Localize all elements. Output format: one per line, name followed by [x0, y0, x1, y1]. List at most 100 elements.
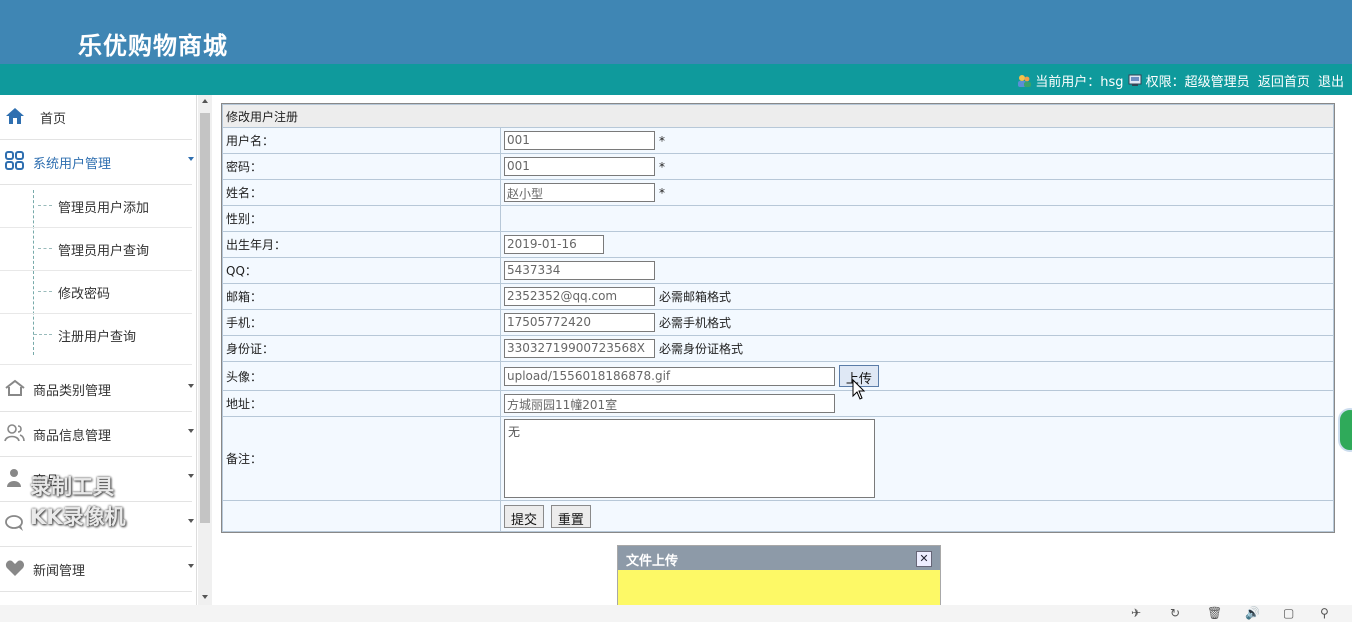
sidebar-subitem-admin-add[interactable]: 管理员用户添加 — [0, 185, 192, 228]
sidebar-item-label: 商品信息管理 — [33, 429, 112, 444]
required-mark: * — [659, 133, 665, 148]
tree-dash — [38, 205, 52, 206]
tree-dash — [34, 334, 52, 335]
chevron-down-icon — [188, 384, 194, 388]
chevron-down-icon — [188, 564, 194, 568]
person-icon — [7, 469, 21, 487]
sidebar-subitem-label: 注册用户查询 — [58, 330, 137, 345]
scroll-down-icon[interactable] — [202, 595, 208, 599]
password-input[interactable]: 001 — [504, 157, 655, 176]
email-label: 邮箱： — [222, 283, 501, 310]
sidebar-subitem-registered-query[interactable]: 注册用户查询 — [0, 314, 192, 365]
heart-icon — [5, 560, 25, 576]
floating-widget-icon[interactable] — [1338, 408, 1352, 452]
sidebar-subitem-label: 管理员用户添加 — [58, 201, 150, 216]
gender-label: 性别： — [222, 205, 501, 232]
home-link[interactable]: 返回首页 — [1258, 75, 1310, 90]
id-card-label: 身份证： — [222, 335, 501, 362]
sidebar-subitem-change-password[interactable]: 修改密码 — [0, 271, 192, 314]
trash-icon[interactable]: 🗑 — [1207, 607, 1222, 620]
id-card-input[interactable]: 33032719900723568X — [504, 339, 655, 358]
recorder-watermark: 录制工具 KK录像机 — [30, 472, 126, 532]
logout-link[interactable]: 退出 — [1318, 75, 1344, 90]
id-card-hint: 必需身份证格式 — [659, 342, 744, 356]
header-bar: 乐优购物商城 — [0, 0, 1352, 64]
gender-field[interactable] — [500, 205, 1334, 232]
volume-icon[interactable]: 🔊 — [1245, 607, 1260, 620]
home-outline-icon — [5, 379, 25, 396]
name-label: 姓名： — [222, 179, 501, 206]
remark-label: 备注： — [222, 416, 501, 501]
window-icon[interactable]: ▢ — [1283, 607, 1297, 620]
birth-label: 出生年月： — [222, 231, 501, 258]
scrollbar-thumb[interactable] — [200, 113, 210, 523]
password-label: 密码： — [222, 153, 501, 180]
dialog-titlebar[interactable]: 文件上传 ✕ — [618, 546, 940, 570]
sidebar-item-label: 首页 — [40, 112, 67, 127]
sidebar-item-home[interactable]: 首页 — [0, 95, 192, 140]
address-label: 地址： — [222, 390, 501, 417]
user-bar: 当前用户：hsg 权限：超级管理员 返回首页 退出 — [0, 64, 1352, 95]
phone-input[interactable]: 17505772420 — [504, 313, 655, 332]
chevron-down-icon — [188, 519, 194, 523]
sidebar-subitem-label: 修改密码 — [58, 287, 111, 302]
submit-button[interactable]: 提交 — [504, 504, 545, 528]
search-icon[interactable]: ⚲ — [1320, 607, 1334, 620]
site-title: 乐优购物商城 — [78, 31, 228, 60]
refresh-icon[interactable]: ↻ — [1170, 607, 1184, 620]
sidebar-item-label: 系统用户管理 — [33, 157, 112, 172]
sidebar-item-system-users[interactable]: 系统用户管理 — [0, 140, 194, 185]
address-input[interactable]: 方城丽园11幢201室 — [504, 394, 835, 413]
sidebar-item-label: 新闻管理 — [33, 564, 86, 579]
remark-textarea[interactable]: 无 — [504, 419, 875, 498]
avatar-path-input[interactable]: upload/1556018186878.gif — [504, 366, 835, 386]
file-upload-dialog: 文件上传 ✕ — [617, 545, 941, 607]
phone-label: 手机： — [222, 309, 501, 336]
qq-input[interactable]: 5437334 — [504, 261, 655, 280]
watermark-line: 录制工具 — [30, 475, 114, 499]
username-label: 用户名： — [222, 127, 501, 154]
sidebar-item-label: 商品类别管理 — [33, 384, 112, 399]
watermark-line: KK录像机 — [30, 505, 126, 529]
dialog-title: 文件上传 — [626, 554, 679, 569]
sidebar-item-products[interactable]: 商品信息管理 — [0, 412, 194, 457]
chevron-down-icon — [188, 474, 194, 478]
user-edit-form: 修改用户注册 用户名： 001 * 密码： 001 * 姓名： 赵小型 * 性别： 出… — [221, 103, 1335, 533]
users-icon — [4, 424, 25, 442]
qq-label: QQ： — [222, 257, 501, 284]
bottom-toolbar: ✈ ↻ 🗑 🔊 ▢ ⚲ — [0, 605, 1352, 622]
tree-dash — [38, 248, 52, 249]
grid-icon — [5, 151, 24, 170]
chevron-down-icon — [188, 429, 194, 433]
actions-spacer — [222, 500, 501, 532]
close-icon[interactable]: ✕ — [916, 551, 932, 567]
current-user-label: 当前用户：hsg — [1035, 75, 1124, 90]
sidebar-subitem-label: 管理员用户查询 — [58, 244, 150, 259]
username-input[interactable]: 001 — [504, 131, 655, 150]
name-input[interactable]: 赵小型 — [504, 183, 655, 202]
form-table: 修改用户注册 用户名： 001 * 密码： 001 * 姓名： 赵小型 * 性别： 出… — [222, 104, 1334, 532]
home-icon — [6, 108, 24, 124]
scroll-up-icon[interactable] — [202, 99, 208, 103]
avatar-label: 头像： — [222, 361, 501, 391]
mouse-cursor-icon — [852, 379, 866, 400]
email-hint: 必需邮箱格式 — [659, 290, 732, 304]
birth-date-input[interactable]: 2019-01-16 — [504, 235, 604, 254]
sidebar-scrollbar[interactable] — [198, 95, 212, 605]
role-label: 权限：超级管理员 — [1145, 75, 1250, 90]
chat-icon — [5, 515, 23, 531]
required-mark: * — [659, 185, 665, 200]
rocket-icon[interactable]: ✈ — [1131, 607, 1145, 620]
tree-dash — [38, 291, 52, 292]
reset-button[interactable]: 重置 — [550, 504, 591, 528]
phone-hint: 必需手机格式 — [659, 316, 732, 330]
user-icon — [1018, 75, 1032, 87]
email-input[interactable]: 2352352@qq.com — [504, 287, 655, 306]
sidebar-subitem-admin-query[interactable]: 管理员用户查询 — [0, 228, 192, 271]
role-icon — [1128, 74, 1142, 86]
chevron-down-icon — [188, 157, 194, 161]
sidebar-item-news[interactable]: 新闻管理 — [0, 547, 194, 592]
form-title: 修改用户注册 — [222, 104, 1334, 128]
sidebar-item-category[interactable]: 商品类别管理 — [0, 367, 194, 412]
user-info: 当前用户：hsg 权限：超级管理员 返回首页 退出 — [1017, 71, 1344, 90]
